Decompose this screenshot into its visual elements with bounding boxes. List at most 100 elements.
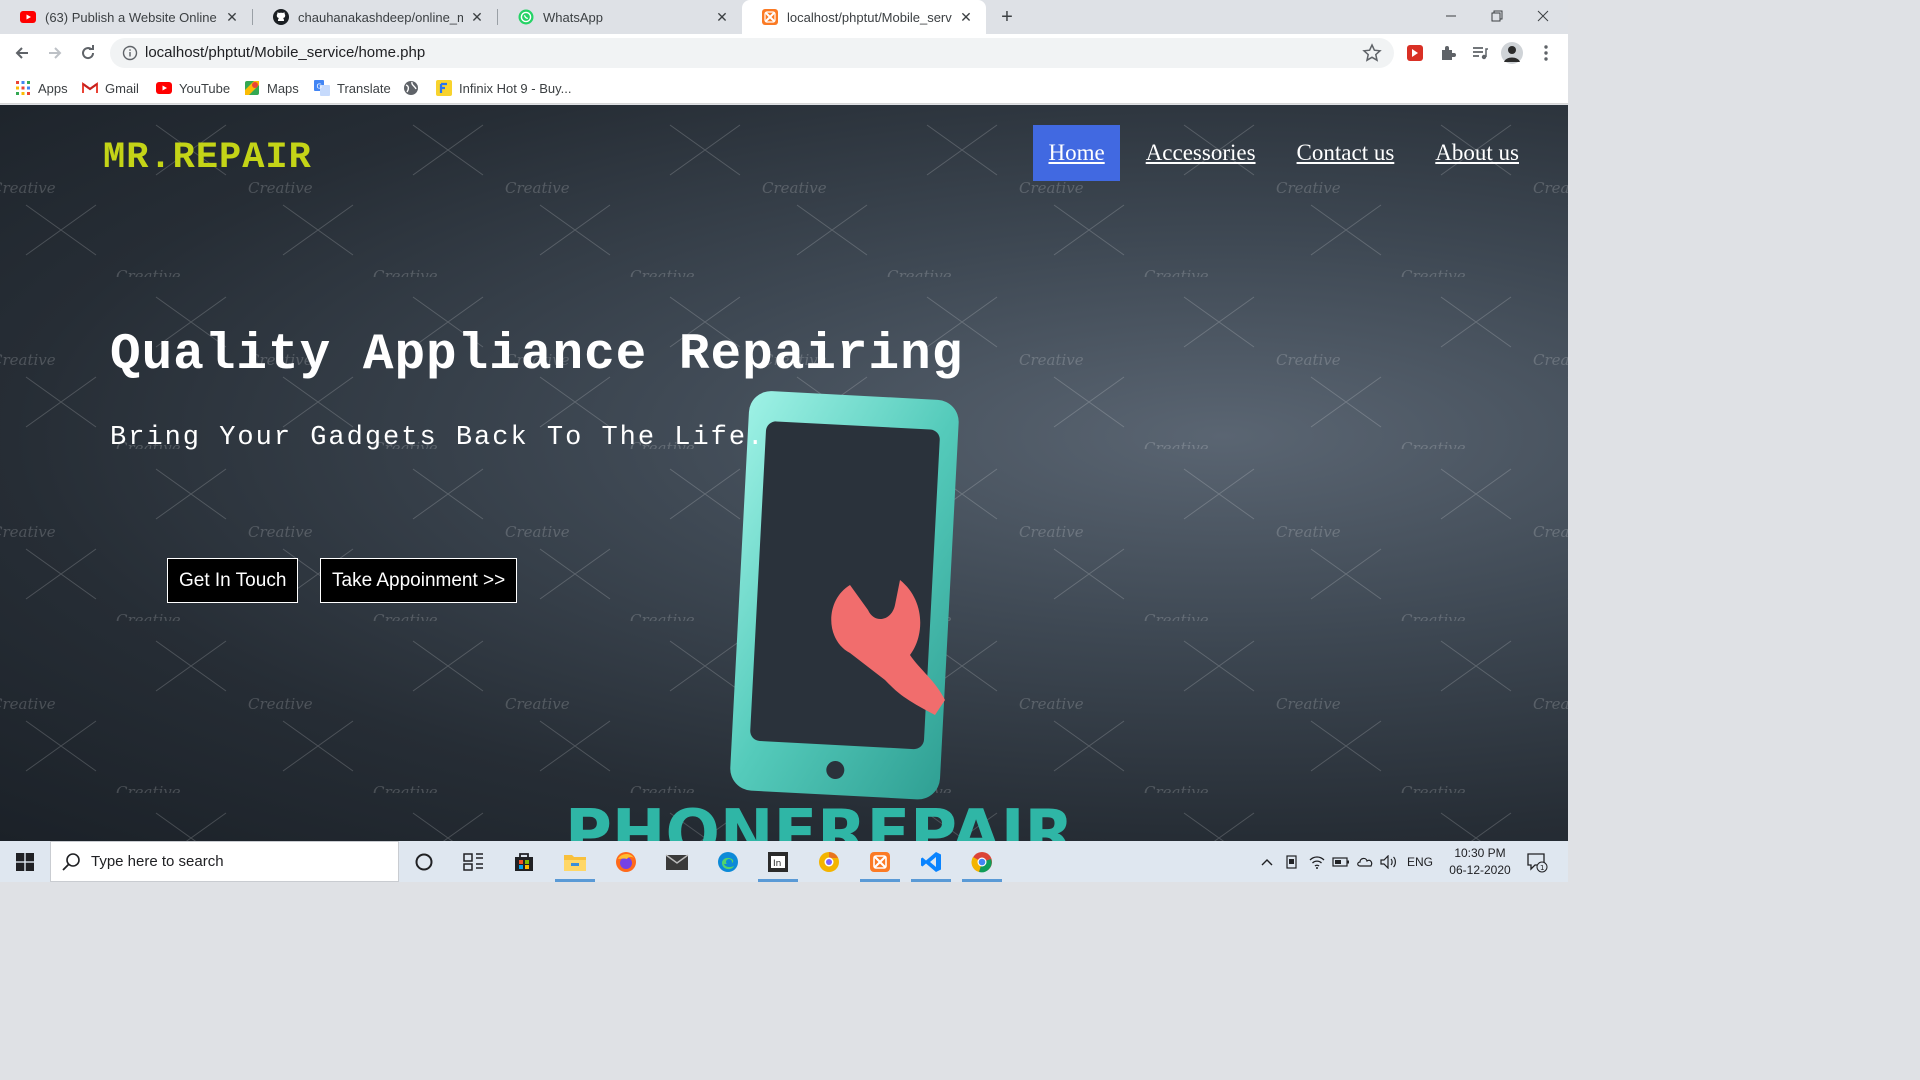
- show-hidden-icons-chevron-icon[interactable]: [1256, 841, 1278, 882]
- svg-text:In: In: [773, 859, 781, 869]
- firefox-icon[interactable]: [601, 841, 651, 882]
- windows-logo-icon: [16, 852, 34, 871]
- xampp-icon[interactable]: [855, 841, 905, 882]
- search-placeholder: Type here to search: [91, 853, 224, 870]
- browser-toolbar: localhost/phptut/Mobile_service/home.php: [0, 34, 1568, 72]
- bookmark-label: Infinix Hot 9 - Buy...: [459, 80, 572, 96]
- taskbar-search[interactable]: Type here to search: [50, 841, 399, 882]
- bookmark-infinix[interactable]: Infinix Hot 9 - Buy...: [436, 78, 571, 98]
- site-nav: Home Accessories Contact us About us: [1022, 125, 1534, 181]
- bookmark-label: Gmail: [105, 80, 139, 96]
- url-text[interactable]: localhost/phptut/Mobile_service/home.php: [145, 44, 425, 61]
- media-control-icon[interactable]: [1469, 42, 1491, 64]
- tab-title: chauhanakashdeep/online_mobil: [298, 9, 463, 25]
- bookmark-label: Translate: [337, 80, 391, 96]
- minimize-button[interactable]: [1428, 0, 1474, 32]
- bookmark-maps[interactable]: Maps: [244, 78, 299, 98]
- file-explorer-icon[interactable]: [550, 841, 600, 882]
- store-icon[interactable]: [499, 841, 549, 882]
- info-icon[interactable]: [122, 45, 138, 61]
- globe-icon: [403, 80, 419, 96]
- notification-center-icon[interactable]: 1: [1522, 841, 1552, 882]
- onedrive-cloud-icon[interactable]: [1354, 841, 1376, 882]
- gmail-icon: [82, 80, 98, 96]
- flipkart-icon: [436, 80, 452, 96]
- xampp-icon: [762, 9, 778, 25]
- hero-subtitle: Bring Your Gadgets Back To The Life.: [110, 423, 766, 453]
- bookmark-label: YouTube: [179, 80, 231, 96]
- reload-button[interactable]: [75, 40, 101, 66]
- close-icon[interactable]: ✕: [224, 9, 240, 25]
- mail-icon[interactable]: [652, 841, 702, 882]
- reload-icon: [82, 45, 95, 60]
- chrome-menu-icon[interactable]: [1535, 42, 1557, 64]
- close-icon[interactable]: ✕: [469, 9, 485, 25]
- take-appointment-button[interactable]: Take Appoinment >>: [320, 558, 518, 603]
- tab-localhost[interactable]: localhost/phptut/Mobile_service/ ✕: [742, 0, 986, 34]
- tab-title: WhatsApp: [543, 9, 603, 25]
- apps-grid-icon: [15, 80, 31, 96]
- bookmark-apps[interactable]: Apps: [15, 78, 68, 98]
- app-icon[interactable]: In: [753, 841, 803, 882]
- bookmark-gmail[interactable]: Gmail: [82, 78, 139, 98]
- tab-title: (63) Publish a Website Online for: [45, 9, 218, 25]
- device-icon[interactable]: [1282, 841, 1302, 882]
- site-logo[interactable]: MR.REPAIR: [103, 137, 312, 179]
- nav-home[interactable]: Home: [1033, 125, 1120, 181]
- bookmark-label: Apps: [38, 80, 68, 96]
- youtube-icon: [156, 80, 172, 96]
- nav-accessories[interactable]: Accessories: [1131, 125, 1271, 181]
- battery-icon[interactable]: [1330, 841, 1352, 882]
- phone-repair-illustration: PHONEREPAIR: [565, 391, 1074, 841]
- bookmark-youtube[interactable]: YouTube: [156, 78, 230, 98]
- maps-icon: [244, 80, 260, 96]
- hero-title: Quality Appliance Repairing: [110, 327, 964, 384]
- back-arrow-icon: [15, 47, 28, 59]
- extension-red-icon[interactable]: [1404, 42, 1426, 64]
- tab-title: localhost/phptut/Mobile_service/: [787, 9, 952, 25]
- profile-avatar[interactable]: [1501, 42, 1523, 64]
- chrome-canary-icon[interactable]: [804, 841, 854, 882]
- windows-taskbar: Type here to search In ENG 10:30 PM 06-1…: [0, 841, 1568, 882]
- back-button[interactable]: [9, 40, 35, 66]
- forward-arrow-icon: [49, 47, 62, 59]
- task-view-icon[interactable]: [449, 841, 499, 882]
- bookmark-star-icon[interactable]: [1362, 43, 1382, 63]
- language-indicator[interactable]: ENG: [1404, 841, 1436, 882]
- bookmark-label: Maps: [267, 80, 299, 96]
- system-clock[interactable]: 10:30 PM 06-12-2020: [1438, 845, 1522, 879]
- restore-button[interactable]: [1474, 0, 1520, 32]
- wifi-icon[interactable]: [1306, 841, 1328, 882]
- tab-whatsapp[interactable]: WhatsApp ✕: [498, 0, 742, 34]
- address-bar[interactable]: localhost/phptut/Mobile_service/home.php: [110, 38, 1394, 68]
- clock-time: 10:30 PM: [1454, 846, 1506, 860]
- start-button[interactable]: [0, 841, 50, 882]
- search-icon: [62, 852, 80, 871]
- notification-count: 1: [1540, 864, 1544, 872]
- tab-youtube[interactable]: (63) Publish a Website Online for ✕: [0, 0, 252, 34]
- youtube-icon: [20, 9, 36, 25]
- clock-date: 06-12-2020: [1449, 863, 1511, 877]
- bookmarks-bar: Apps Gmail YouTube Maps G Translate Infi…: [0, 72, 1568, 104]
- web-page: Creative Creative PHONEREPAIR MR.REPAIR: [0, 105, 1568, 841]
- chrome-icon[interactable]: [957, 841, 1007, 882]
- volume-icon[interactable]: [1378, 841, 1400, 882]
- bookmark-globe[interactable]: [403, 78, 426, 98]
- edge-icon[interactable]: [703, 841, 753, 882]
- tab-strip: (63) Publish a Website Online for ✕ chau…: [0, 0, 1568, 34]
- nav-about-us[interactable]: About us: [1420, 125, 1534, 181]
- whatsapp-icon: [518, 9, 534, 25]
- translate-icon: G: [314, 80, 330, 96]
- tab-github[interactable]: chauhanakashdeep/online_mobil ✕: [253, 0, 497, 34]
- cortana-icon[interactable]: [399, 841, 449, 882]
- bookmark-translate[interactable]: G Translate: [314, 78, 391, 98]
- extensions-puzzle-icon[interactable]: [1437, 42, 1459, 64]
- new-tab-button[interactable]: +: [996, 6, 1018, 28]
- close-window-button[interactable]: [1520, 0, 1566, 32]
- get-in-touch-button[interactable]: Get In Touch: [167, 558, 299, 603]
- nav-contact-us[interactable]: Contact us: [1282, 125, 1410, 181]
- close-icon[interactable]: ✕: [714, 9, 730, 25]
- close-icon[interactable]: ✕: [958, 9, 974, 25]
- forward-button[interactable]: [42, 40, 68, 66]
- vscode-icon[interactable]: [906, 841, 956, 882]
